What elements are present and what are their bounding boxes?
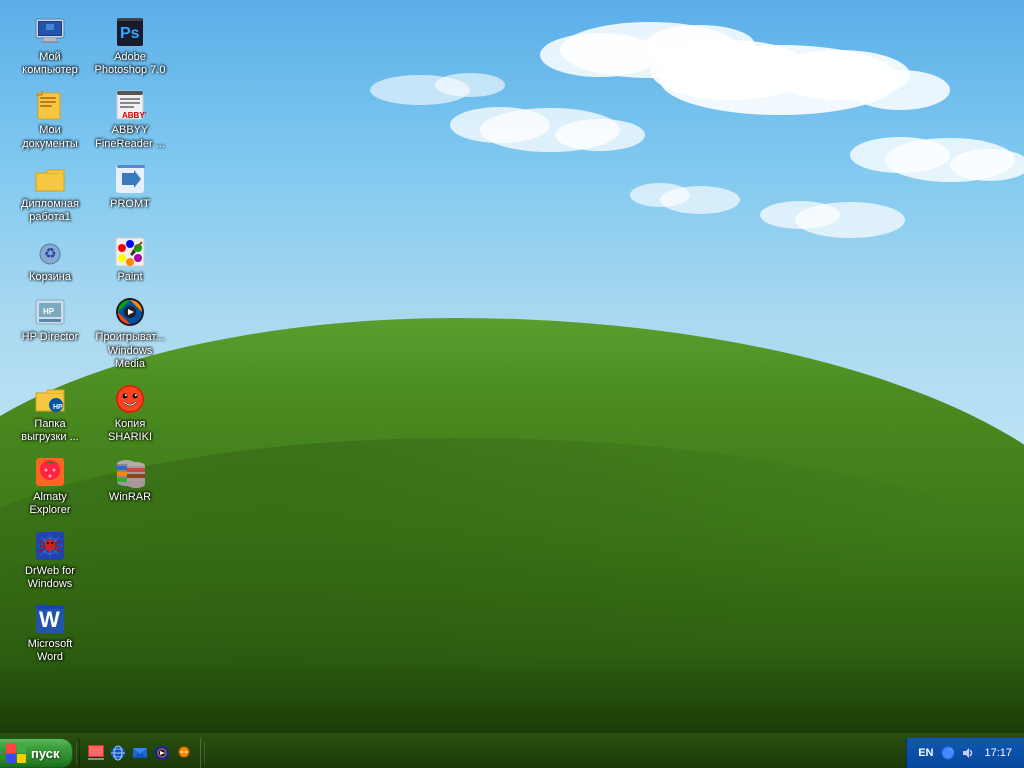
logo-red [6, 743, 16, 753]
icon-row-3: ♻ Корзина [10, 230, 210, 290]
taskbar: пуск [0, 738, 1024, 768]
logo-yellow [17, 754, 27, 764]
icon-diploma[interactable]: Дипломнаяработа1 [10, 157, 90, 230]
icon-row-4: HP HP Director [10, 290, 210, 377]
icon-row-2: Дипломнаяработа1 PROMT [10, 157, 210, 230]
icon-row-5: HP Папкавыгрузки ... [10, 377, 210, 450]
icon-paint[interactable]: Paint [90, 230, 170, 290]
desktop-icons: Мойкомпьютер Ps Adobe Photoshop 7.0 [10, 10, 210, 670]
icon-hp-director[interactable]: HP HP Director [10, 290, 90, 377]
logo-blue [6, 754, 16, 764]
logo-green [17, 743, 27, 753]
winrar-label: WinRAR [109, 491, 151, 504]
ms-word-icon: W [34, 603, 66, 635]
my-computer-label: Мойкомпьютер [22, 51, 77, 77]
icon-my-documents[interactable]: Моидокументы [10, 83, 90, 156]
wmp-icon [114, 296, 146, 328]
system-tray: EN 17:17 [906, 738, 1024, 768]
hp-director-label: HP Director [22, 331, 79, 344]
icon-row-0: Мойкомпьютер Ps Adobe Photoshop 7.0 [10, 10, 210, 83]
ms-word-label: Microsoft Word [14, 638, 86, 664]
ql-messenger[interactable] [174, 743, 194, 763]
icon-my-computer[interactable]: Мойкомпьютер [10, 10, 90, 83]
winrar-icon [114, 456, 146, 488]
diploma-icon [34, 163, 66, 195]
my-documents-label: Моидокументы [22, 124, 78, 150]
icon-adobe-photoshop[interactable]: Ps Adobe Photoshop 7.0 [90, 10, 170, 83]
icon-row-8: W Microsoft Word [10, 597, 210, 670]
diploma-label: Дипломнаяработа1 [21, 198, 79, 224]
recycle-bin-label: Корзина [29, 271, 71, 284]
svg-text:ABBYY: ABBYY [122, 111, 146, 120]
svg-text:♻: ♻ [44, 245, 57, 261]
tray-volume-icon[interactable] [960, 745, 976, 761]
taskbar-separator-1 [75, 742, 77, 764]
desktop: Мойкомпьютер Ps Adobe Photoshop 7.0 [0, 0, 1024, 768]
almaty-explorer-label: AlmatyExplorer [30, 491, 71, 517]
taskbar-separator-2 [203, 742, 205, 764]
recycle-bin-icon: ♻ [34, 236, 66, 268]
ql-outlook[interactable] [130, 743, 150, 763]
icon-wmp[interactable]: Проигрыват...Windows Media [90, 290, 170, 377]
icon-shariki[interactable]: КопияSHARIKI [90, 377, 170, 450]
tray-network-icon[interactable] [940, 745, 956, 761]
icon-ms-word[interactable]: W Microsoft Word [10, 597, 90, 670]
icon-row-1: Моидокументы ABBYY ABBYYFin [10, 83, 210, 156]
hp-director-icon: HP [34, 296, 66, 328]
photoshop-label: Adobe Photoshop 7.0 [94, 51, 166, 77]
download-folder-label: Папкавыгрузки ... [21, 418, 78, 444]
windows-logo [6, 743, 26, 763]
svg-text:HP: HP [43, 307, 55, 316]
shariki-label: КопияSHARIKI [108, 418, 152, 444]
abbyy-label: ABBYYFineReader ... [95, 124, 165, 150]
svg-text:HP: HP [53, 404, 63, 411]
icon-row-7: DrWeb forWindows [10, 524, 210, 597]
paint-label: Paint [117, 271, 142, 284]
promt-icon [114, 163, 146, 195]
svg-text:W: W [39, 607, 60, 632]
paint-icon [114, 236, 146, 268]
drweb-label: DrWeb forWindows [25, 565, 75, 591]
drweb-icon [34, 530, 66, 562]
icon-drweb[interactable]: DrWeb forWindows [10, 524, 90, 597]
photoshop-icon: Ps [114, 16, 146, 48]
language-indicator[interactable]: EN [915, 747, 936, 759]
icon-promt[interactable]: PROMT [90, 157, 170, 230]
ql-media-player[interactable] [152, 743, 172, 763]
icon-abbyy[interactable]: ABBYY ABBYYFineReader ... [90, 83, 170, 156]
icon-winrar[interactable]: WinRAR [90, 450, 170, 523]
ql-ie[interactable] [108, 743, 128, 763]
my-documents-icon [34, 89, 66, 121]
icon-row-6: AlmatyExplorer [10, 450, 210, 523]
system-clock[interactable]: 17:17 [980, 747, 1016, 759]
my-computer-icon [34, 16, 66, 48]
icon-download-folder[interactable]: HP Папкавыгрузки ... [10, 377, 90, 450]
wmp-label: Проигрыват...Windows Media [94, 331, 166, 371]
download-folder-icon: HP [34, 383, 66, 415]
quick-launch-bar [79, 738, 201, 768]
almaty-explorer-icon [34, 456, 66, 488]
shariki-icon [114, 383, 146, 415]
icon-recycle-bin[interactable]: ♻ Корзина [10, 230, 90, 290]
start-label: пуск [31, 746, 60, 761]
ql-show-desktop[interactable] [86, 743, 106, 763]
promt-label: PROMT [110, 198, 150, 211]
svg-text:Ps: Ps [120, 25, 140, 42]
icon-almaty-explorer[interactable]: AlmatyExplorer [10, 450, 90, 523]
start-button[interactable]: пуск [0, 738, 73, 768]
abbyy-icon: ABBYY [114, 89, 146, 121]
